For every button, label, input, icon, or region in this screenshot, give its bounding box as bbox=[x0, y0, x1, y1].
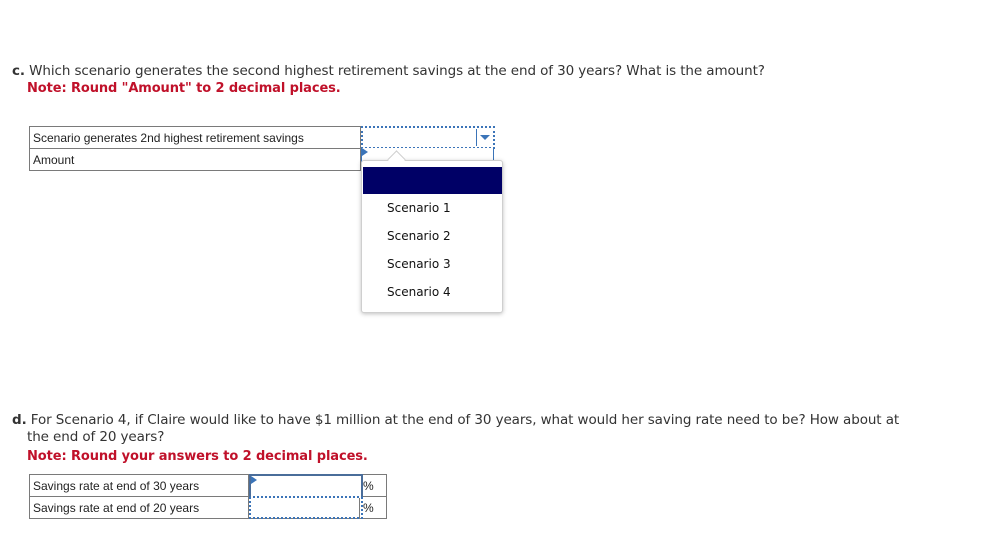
question-c-letter: c. bbox=[12, 63, 25, 79]
question-d: d. For Scenario 4, if Claire would like … bbox=[12, 412, 972, 429]
percent-unit: % bbox=[359, 474, 387, 497]
scenario-select[interactable] bbox=[361, 126, 495, 149]
question-c-text: Which scenario generates the second high… bbox=[29, 63, 765, 79]
dropdown-option-scenario-4[interactable]: Scenario 4 bbox=[387, 285, 451, 299]
row-label-rate-20: Savings rate at end of 20 years bbox=[29, 496, 249, 519]
row-label-scenario: Scenario generates 2nd highest retiremen… bbox=[29, 126, 361, 149]
note-c: Note: Round "Amount" to 2 decimal places… bbox=[27, 81, 341, 96]
question-d-text-line2: the end of 20 years? bbox=[27, 429, 165, 445]
chevron-down-icon[interactable] bbox=[480, 135, 490, 140]
dropdown-option-blank-highlighted[interactable] bbox=[363, 167, 502, 194]
input-flag-icon bbox=[362, 148, 368, 156]
note-d: Note: Round your answers to 2 decimal pl… bbox=[27, 449, 368, 464]
select-divider bbox=[476, 129, 477, 146]
scenario-dropdown-menu: Scenario 1 Scenario 2 Scenario 3 Scenari… bbox=[361, 150, 503, 313]
savings-rate-30-input[interactable] bbox=[249, 474, 363, 498]
question-d-text-line1: For Scenario 4, if Claire would like to … bbox=[30, 412, 900, 428]
row-label-amount: Amount bbox=[29, 148, 361, 171]
dropdown-option-scenario-3[interactable]: Scenario 3 bbox=[387, 257, 451, 271]
dropdown-option-scenario-1[interactable]: Scenario 1 bbox=[387, 201, 451, 215]
question-c: c. Which scenario generates the second h… bbox=[12, 63, 972, 80]
dropdown-option-scenario-2[interactable]: Scenario 2 bbox=[387, 229, 451, 243]
row-label-rate-30: Savings rate at end of 30 years bbox=[29, 474, 249, 497]
savings-rate-20-input[interactable] bbox=[249, 497, 363, 519]
input-flag-icon bbox=[251, 476, 257, 484]
percent-unit: % bbox=[359, 496, 387, 519]
question-d-letter: d. bbox=[12, 412, 27, 428]
